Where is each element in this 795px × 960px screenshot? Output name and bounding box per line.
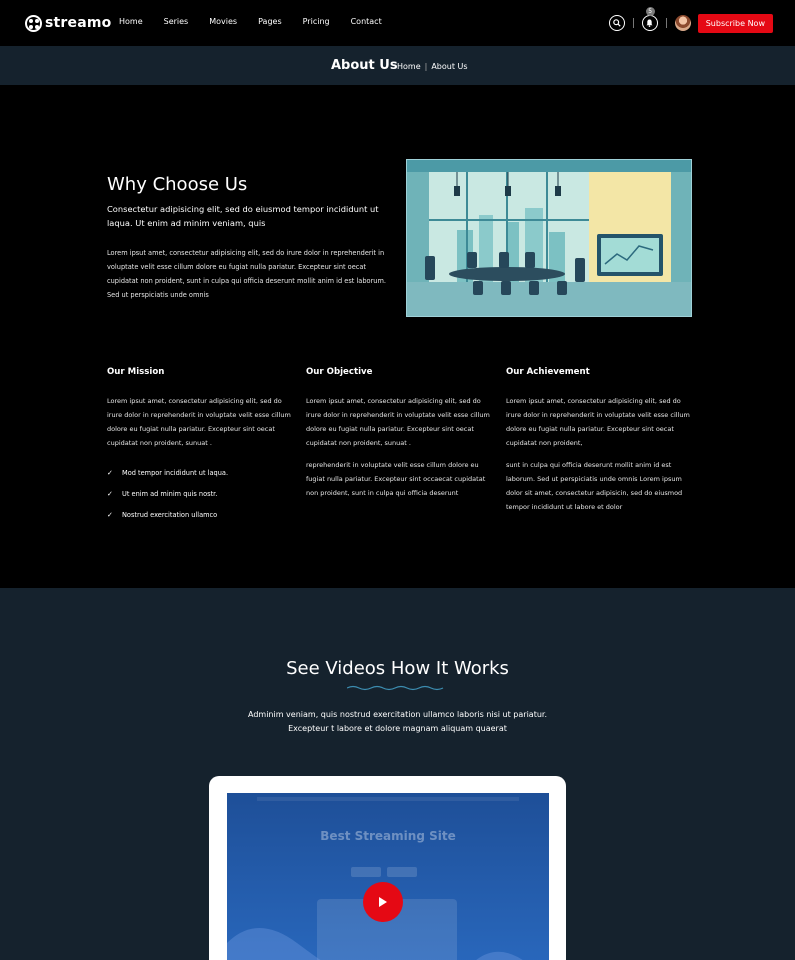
search-icon: [612, 19, 621, 27]
objective-title: Our Objective: [306, 367, 373, 377]
logo-text: streamo: [45, 15, 112, 31]
achievement-text: Lorem ipsut amet, consectetur adipisicin…: [506, 397, 690, 447]
nav-movies[interactable]: Movies: [209, 17, 237, 26]
office-illustration: [406, 159, 692, 317]
divider: [665, 18, 667, 28]
achievement-text-2: sunt in culpa qui officia deserunt molli…: [506, 461, 683, 511]
video-section: See Videos How It Works Adminim veniam, …: [0, 588, 795, 960]
mission-title: Our Mission: [107, 367, 165, 377]
mission-column: Our Mission Lorem ipsut amet, consectetu…: [107, 367, 292, 525]
list-item-label: Nostrud exercitation ullamco: [122, 510, 218, 519]
nav-pricing[interactable]: Pricing: [303, 17, 330, 26]
subscribe-button[interactable]: Subscribe Now: [697, 13, 773, 33]
site-header: streamo Home Series Movies Pages Pricing…: [0, 0, 795, 46]
screen-decoration: [227, 797, 523, 960]
video-screen[interactable]: Best Streaming Site: [227, 793, 549, 960]
objective-text-2: reprehenderit in voluptate velit esse ci…: [306, 461, 486, 497]
objective-column: Our Objective Lorem ipsut amet, consecte…: [306, 367, 491, 500]
avatar[interactable]: [674, 15, 691, 31]
why-title: Why Choose Us: [107, 174, 248, 195]
nav-home[interactable]: Home: [119, 17, 143, 26]
achievement-column: Our Achievement Lorem ipsut amet, consec…: [506, 367, 691, 514]
check-icon: ✓: [107, 489, 113, 498]
search-button[interactable]: [608, 15, 625, 31]
laptop-mockup: Best Streaming Site: [209, 776, 566, 960]
check-icon: ✓: [107, 510, 113, 519]
list-item: ✓ Mod tempor incididunt ut laqua.: [107, 462, 292, 483]
list-item: ✓ Ut enim ad minim quis nostr.: [107, 483, 292, 504]
page-title: About Us: [331, 58, 398, 73]
why-body: Lorem ipsut amet, consectetur adipisicin…: [107, 249, 386, 299]
video-description: Adminim veniam, quis nostrud exercitatio…: [248, 710, 547, 733]
check-icon: ✓: [107, 468, 113, 477]
notifications-button[interactable]: 5: [641, 7, 658, 31]
achievement-title: Our Achievement: [506, 367, 590, 377]
page-banner: About Us Home | About Us: [0, 46, 795, 85]
why-subtitle: Consectetur adipisicing elit, sed do eiu…: [107, 204, 379, 228]
list-item-label: Mod tempor incididunt ut laqua.: [122, 468, 229, 477]
bell-icon: [646, 19, 653, 27]
objective-text: Lorem ipsut amet, consectetur adipisicin…: [306, 397, 490, 447]
breadcrumb-home[interactable]: Home: [397, 62, 421, 71]
divider: [632, 18, 634, 28]
breadcrumb-current: About Us: [431, 62, 468, 71]
breadcrumb-separator: |: [424, 62, 428, 71]
mission-text: Lorem ipsut amet, consectetur adipisicin…: [107, 397, 291, 447]
wave-divider: [347, 685, 444, 691]
play-button[interactable]: [363, 882, 403, 922]
logo[interactable]: streamo: [25, 14, 111, 32]
breadcrumb: Home | About Us: [397, 62, 468, 71]
nav-contact[interactable]: Contact: [351, 17, 382, 26]
list-item: ✓ Nostrud exercitation ullamco: [107, 504, 292, 525]
nav-series[interactable]: Series: [164, 17, 189, 26]
video-section-title: See Videos How It Works: [286, 658, 509, 679]
main-nav: Home Series Movies Pages Pricing Contact: [119, 17, 403, 26]
header-actions: 5 Subscribe Now: [608, 7, 773, 33]
play-icon: [379, 897, 387, 907]
nav-pages[interactable]: Pages: [258, 17, 282, 26]
film-reel-icon: [25, 14, 42, 32]
mission-checklist: ✓ Mod tempor incididunt ut laqua. ✓ Ut eni…: [107, 462, 292, 525]
notification-badge: 5: [645, 7, 655, 16]
list-item-label: Ut enim ad minim quis nostr.: [122, 489, 218, 498]
